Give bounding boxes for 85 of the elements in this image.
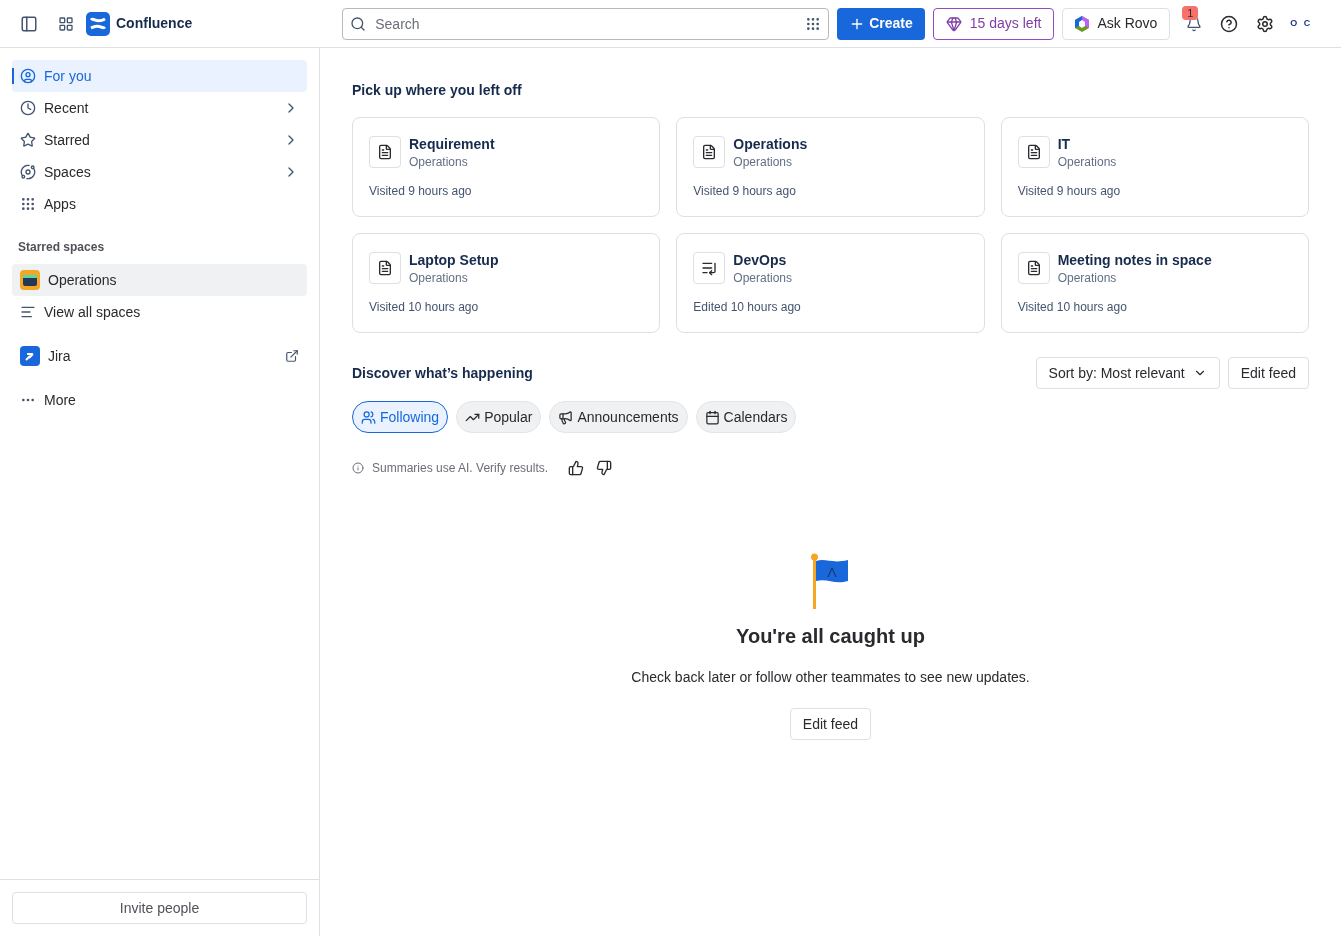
section-title: Discover what’s happening — [352, 363, 534, 383]
card-space: Operations — [733, 154, 794, 170]
nav-item[interactable]: Recent — [12, 92, 307, 124]
sort-dropdown[interactable]: Sort by: Most relevant — [1035, 357, 1220, 389]
card-title: Meeting notes in space — [1057, 251, 1212, 270]
edit-feed-button[interactable]: Edit feed — [1227, 357, 1309, 389]
card-time: Visited 9 hours ago — [1017, 183, 1122, 200]
page-card[interactable]: Requirement Operations Visited 9 hours ago — [352, 117, 661, 217]
app-switcher-icon[interactable] — [58, 15, 74, 32]
card-title: Laptop Setup — [409, 251, 499, 270]
lines-icon — [20, 304, 36, 320]
tab-icon — [704, 409, 720, 425]
list-icon — [693, 252, 726, 284]
empty-text: Check back later or follow other teammates to see new updates. — [631, 668, 1030, 687]
thumbs-down-icon[interactable] — [596, 460, 613, 476]
search-field[interactable]: Search — [342, 7, 830, 40]
page-icon — [1017, 136, 1050, 168]
page-card[interactable]: Laptop Setup Operations Visited 10 hours ago — [352, 233, 661, 333]
nav-item[interactable]: Spaces — [12, 156, 307, 188]
page-icon — [369, 252, 401, 284]
flag-illustration — [810, 553, 851, 609]
card-title: Requirement — [409, 135, 495, 154]
page-icon — [369, 136, 401, 168]
card-time: Visited 10 hours ago — [1017, 299, 1128, 316]
notification-count: 1 — [1182, 5, 1199, 20]
feed-tab[interactable]: Calendars — [695, 401, 797, 433]
ask-rovo-button[interactable]: Ask Rovo — [1062, 7, 1171, 40]
card-space: Operations — [1057, 270, 1118, 286]
jira-logo-icon — [20, 346, 40, 366]
card-time: Visited 10 hours ago — [369, 299, 480, 316]
empty-title: You're all caught up — [736, 624, 925, 649]
card-space: Operations — [1057, 154, 1117, 170]
external-link-icon[interactable] — [285, 349, 299, 363]
card-title: Operations — [733, 135, 808, 154]
trial-button[interactable]: 15 days left — [932, 7, 1055, 40]
search-icon — [350, 15, 367, 32]
card-space: Operations — [733, 270, 793, 286]
nav-item[interactable]: For you — [12, 60, 307, 92]
nav-item[interactable]: Starred — [12, 124, 307, 156]
apps-icon[interactable] — [805, 15, 822, 32]
app-name[interactable]: Confluence — [116, 13, 193, 34]
section-heading: Starred spaces — [17, 239, 106, 256]
card-title: DevOps — [733, 251, 788, 270]
settings-icon[interactable] — [1256, 14, 1275, 33]
page-card[interactable]: Meeting notes in space Operations Visited 10 hours ago — [1000, 233, 1309, 333]
nav-item[interactable]: Apps — [12, 188, 307, 220]
hexagon-logo-icon — [1075, 15, 1090, 32]
space-item[interactable]: Operations — [12, 264, 307, 296]
page-icon — [693, 136, 726, 168]
space-icon — [20, 270, 40, 290]
ai-notice: Summaries use AI. Verify results. — [372, 460, 549, 477]
card-space: Operations — [409, 154, 469, 170]
nav-icon — [20, 100, 36, 116]
feed-tab[interactable]: Announcements — [549, 401, 688, 433]
nav-icon — [20, 164, 36, 180]
help-icon[interactable] — [1220, 14, 1239, 33]
create-button[interactable]: Create — [837, 7, 925, 40]
avatar[interactable]: O C — [1290, 16, 1313, 31]
edit-feed-button[interactable]: Edit feed — [789, 708, 872, 740]
page-card[interactable]: IT Operations Visited 9 hours ago — [1000, 117, 1309, 217]
card-time: Visited 9 hours ago — [369, 183, 473, 200]
page-card[interactable]: DevOps Operations Edited 10 hours ago — [676, 233, 985, 333]
tab-icon — [558, 409, 574, 425]
nav-icon — [20, 196, 36, 212]
card-title: IT — [1057, 135, 1072, 154]
space-item[interactable]: View all spaces — [12, 296, 307, 328]
invite-people-button[interactable]: Invite people — [12, 892, 307, 924]
more-item[interactable]: More — [12, 384, 307, 416]
feed-tab[interactable]: Popular — [456, 401, 542, 433]
card-time: Visited 9 hours ago — [693, 183, 797, 200]
card-time: Edited 10 hours ago — [693, 299, 802, 316]
tab-icon — [361, 409, 376, 425]
section-title: Pick up where you left off — [352, 81, 523, 100]
confluence-logo-icon[interactable] — [86, 11, 110, 36]
nav-icon — [20, 68, 36, 84]
page-card[interactable]: Operations Operations Visited 9 hours ago — [676, 117, 985, 217]
info-icon — [352, 462, 364, 474]
sidebar-toggle-icon[interactable] — [20, 14, 38, 33]
page-icon — [1017, 252, 1050, 284]
gem-icon — [945, 15, 962, 32]
thumbs-up-icon[interactable] — [568, 460, 585, 476]
card-space: Operations — [409, 270, 469, 286]
feed-tab[interactable]: Following — [352, 401, 449, 433]
nav-icon — [20, 132, 36, 148]
app-link[interactable]: Jira — [12, 340, 307, 372]
